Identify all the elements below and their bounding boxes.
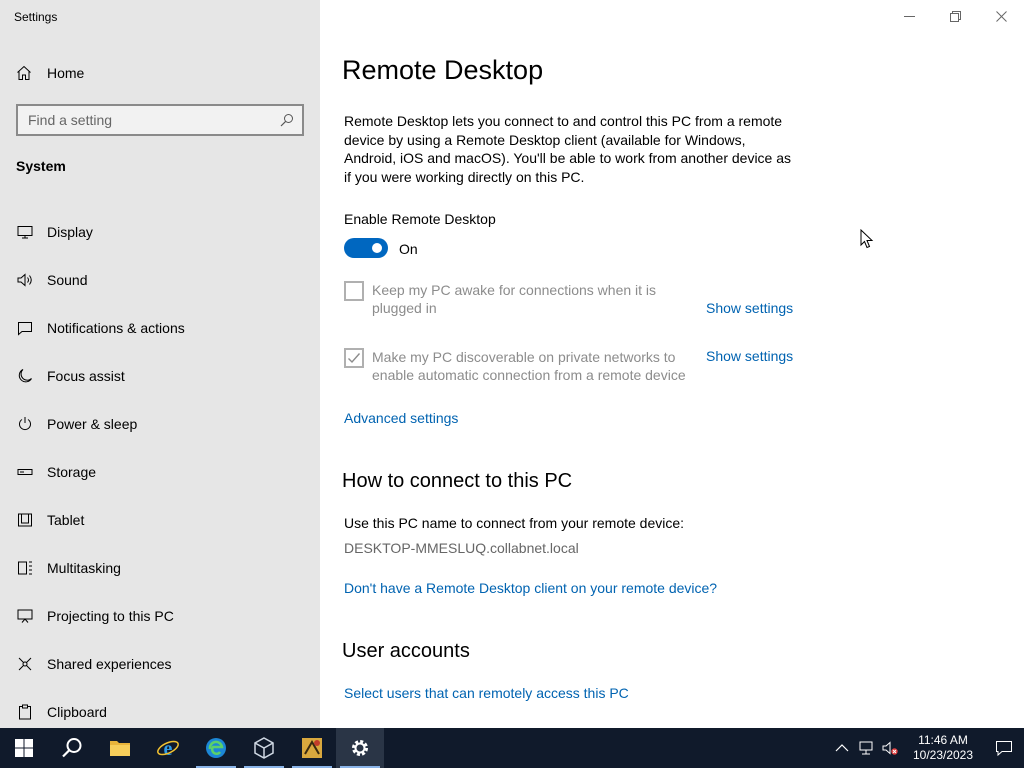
start-button[interactable] <box>0 728 48 768</box>
clock-date: 10/23/2023 <box>912 748 974 762</box>
file-explorer-button[interactable] <box>96 728 144 768</box>
system-tray: 11:46 AM 10/23/2023 <box>830 728 1024 768</box>
clock[interactable]: 11:46 AM 10/23/2023 <box>908 733 978 763</box>
sidebar-item-sound[interactable]: Sound <box>0 256 320 304</box>
keep-awake-label: Keep my PC awake for connections when it… <box>372 282 657 316</box>
sidebar-item-display[interactable]: Display <box>0 208 320 256</box>
sidebar-item-notifications[interactable]: Notifications & actions <box>0 304 320 352</box>
speaker-icon <box>16 271 34 289</box>
windows-logo-icon <box>15 739 33 757</box>
keep-awake-show-settings-link[interactable]: Show settings <box>706 300 793 316</box>
clock-time: 11:46 AM <box>918 733 968 747</box>
home-label: Home <box>47 65 85 81</box>
search-icon <box>62 738 82 758</box>
network-icon <box>859 741 873 755</box>
sidebar-item-tablet[interactable]: Tablet <box>0 496 320 544</box>
sidebar-item-label: Sound <box>47 272 88 288</box>
multitasking-icon <box>16 559 34 577</box>
storage-icon <box>16 463 34 481</box>
sidebar-home[interactable]: Home <box>16 62 84 84</box>
enable-remote-desktop-toggle[interactable] <box>344 238 388 258</box>
discoverable-checkbox[interactable] <box>344 348 364 368</box>
search-taskbar-button[interactable] <box>48 728 96 768</box>
moon-icon <box>16 367 34 385</box>
checkmark-icon <box>348 353 361 364</box>
sidebar-item-storage[interactable]: Storage <box>0 448 320 496</box>
discoverable-label: Make my PC discoverable on private netwo… <box>372 349 686 383</box>
toggle-state-label: On <box>399 241 418 257</box>
sidebar-item-label: Shared experiences <box>47 656 172 672</box>
clipboard-icon <box>16 703 34 721</box>
taskbar: e 11:46 AM 10/23/2023 <box>0 728 1024 768</box>
virtualbox-button[interactable] <box>240 728 288 768</box>
how-to-connect-heading: How to connect to this PC <box>342 470 573 492</box>
message-icon <box>16 319 34 337</box>
settings-taskbar-button[interactable] <box>336 728 384 768</box>
sidebar-item-label: Power & sleep <box>47 416 138 432</box>
sidebar-nav: Display Sound Notifications & actions Fo… <box>0 208 320 736</box>
user-accounts-heading: User accounts <box>342 640 470 662</box>
sidebar-item-label: Multitasking <box>47 560 121 576</box>
projecting-icon <box>16 607 34 625</box>
sidebar-item-power-sleep[interactable]: Power & sleep <box>0 400 320 448</box>
pc-name: DESKTOP-MMESLUQ.collabnet.local <box>344 540 579 556</box>
discoverable-option: Make my PC discoverable on private netwo… <box>344 348 702 384</box>
keep-awake-option: Keep my PC awake for connections when it… <box>344 281 702 317</box>
internet-explorer-button[interactable]: e <box>144 728 192 768</box>
tablet-icon <box>16 511 34 529</box>
keep-awake-checkbox[interactable] <box>344 281 364 301</box>
sidebar-item-focus-assist[interactable]: Focus assist <box>0 352 320 400</box>
sidebar-item-label: Notifications & actions <box>47 320 185 336</box>
notification-icon <box>996 741 1012 757</box>
chevron-up-icon <box>835 744 849 752</box>
edge-button[interactable] <box>192 728 240 768</box>
sidebar: Settings Home System Display Sound Notif… <box>0 0 320 728</box>
toggle-knob <box>372 243 382 253</box>
home-icon <box>17 65 31 80</box>
volume-button[interactable] <box>878 728 902 768</box>
advanced-settings-link[interactable]: Advanced settings <box>344 410 458 426</box>
description: Remote Desktop lets you connect to and c… <box>344 113 792 185</box>
app-icon <box>302 738 322 758</box>
folder-icon <box>110 741 130 756</box>
app-title: Settings <box>14 10 58 24</box>
sidebar-item-label: Tablet <box>47 512 85 528</box>
gear-icon <box>352 740 368 756</box>
sidebar-item-shared-experiences[interactable]: Shared experiences <box>0 640 320 688</box>
edge-icon <box>206 738 226 758</box>
main-content: Remote Desktop Remote Desktop lets you c… <box>342 0 1024 728</box>
sidebar-item-label: Clipboard <box>47 704 107 720</box>
app-button[interactable] <box>288 728 336 768</box>
get-client-link[interactable]: Don't have a Remote Desktop client on yo… <box>344 580 717 596</box>
select-users-link[interactable]: Select users that can remotely access th… <box>344 685 629 701</box>
volume-muted-icon <box>882 741 898 755</box>
sidebar-item-multitasking[interactable]: Multitasking <box>0 544 320 592</box>
internet-explorer-icon: e <box>157 738 179 760</box>
sidebar-item-projecting[interactable]: Projecting to this PC <box>0 592 320 640</box>
network-button[interactable] <box>854 728 878 768</box>
search-icon[interactable] <box>280 113 294 127</box>
sidebar-item-label: Storage <box>47 464 97 480</box>
section-label: System <box>16 158 66 174</box>
sidebar-item-label: Display <box>47 224 93 240</box>
enable-remote-desktop-label: Enable Remote Desktop <box>344 211 496 227</box>
sidebar-item-label: Projecting to this PC <box>47 608 174 624</box>
search-box[interactable] <box>16 104 304 136</box>
action-center-button[interactable] <box>984 728 1024 768</box>
show-hidden-icons-button[interactable] <box>830 728 854 768</box>
search-input[interactable] <box>28 112 280 128</box>
monitor-icon <box>16 223 34 241</box>
cube-icon <box>254 737 274 759</box>
how-to-connect-text: Use this PC name to connect from your re… <box>344 515 685 531</box>
discoverable-show-settings-link[interactable]: Show settings <box>706 348 793 364</box>
sidebar-item-label: Focus assist <box>47 368 125 384</box>
page-title: Remote Desktop <box>342 55 544 85</box>
mouse-cursor-icon <box>860 229 874 249</box>
power-icon <box>16 415 34 433</box>
shared-icon <box>16 655 34 673</box>
